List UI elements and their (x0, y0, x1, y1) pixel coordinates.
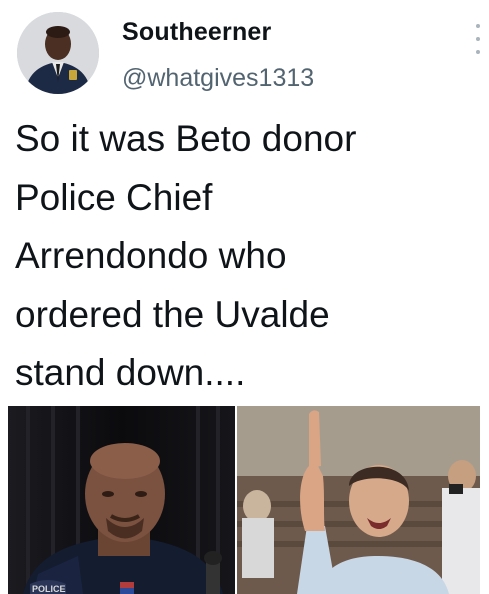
more-options-icon[interactable] (472, 24, 484, 54)
tweet-text-line: Police Chief (15, 176, 213, 218)
tweet: Southeerner @whatgives1313 So it was Bet… (0, 0, 489, 594)
tweet-text-line: stand down.... (15, 352, 246, 393)
tweet-text-line: Arrendondo who (15, 235, 287, 276)
profile-avatar[interactable] (17, 12, 99, 94)
police-chief-photo: POLICE (8, 406, 235, 594)
tweet-text-line: ordered the Uvalde (15, 293, 330, 335)
tweet-text-line: So it was Beto donor (15, 118, 357, 159)
beto-photo (237, 406, 480, 594)
media-photo-police-chief[interactable]: POLICE (8, 406, 235, 594)
tweet-text: So it was Beto donor Police Chief Arrend… (15, 110, 480, 403)
police-patch-text: POLICE (32, 584, 66, 594)
tweet-media[interactable]: POLICE (8, 406, 480, 594)
author-handle[interactable]: @whatgives1313 (122, 64, 314, 93)
profile-avatar-icon (17, 12, 99, 94)
author-display-name[interactable]: Southeerner (122, 18, 271, 47)
media-photo-beto[interactable] (237, 406, 480, 594)
